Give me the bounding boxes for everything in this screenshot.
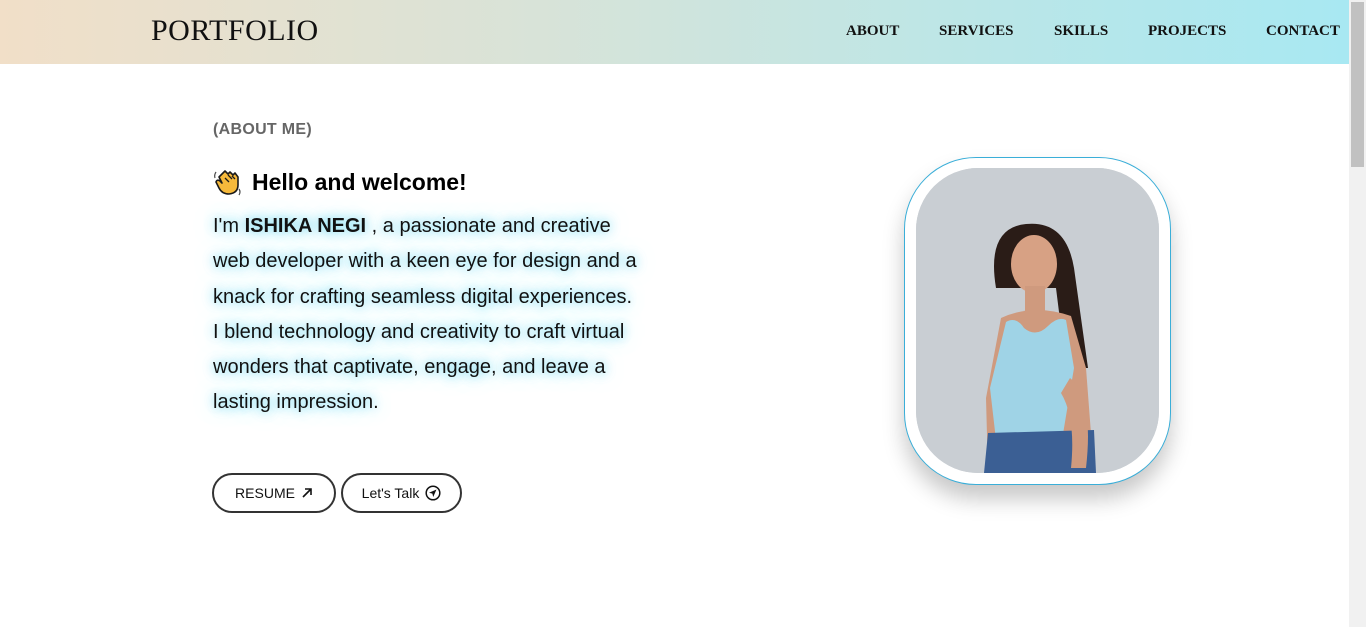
intro-body: , a passionate and creative web develope… (213, 215, 637, 414)
welcome-text: Hello and welcome! (252, 168, 467, 195)
nav-link-about[interactable]: ABOUT (846, 23, 899, 40)
welcome-heading: Hello and welcome! (213, 166, 467, 198)
developer-name: ISHIKA NEGI (244, 215, 367, 237)
page-scrollbar-thumb[interactable] (1351, 2, 1364, 167)
waving-hand-icon (213, 167, 243, 197)
send-circle-icon (425, 485, 441, 501)
section-tag: (ABOUT ME) (213, 121, 312, 138)
lets-talk-button[interactable]: Let's Talk (341, 473, 462, 513)
nav-link-contact[interactable]: CONTACT (1266, 23, 1340, 40)
navbar: PORTFOLIO ABOUT SERVICES SKILLS PROJECTS… (0, 0, 1349, 64)
resume-button[interactable]: RESUME (212, 473, 336, 513)
lets-talk-button-label: Let's Talk (361, 485, 420, 501)
intro-paragraph: I'm ISHIKA NEGI , a passionate and creat… (213, 209, 643, 421)
resume-button-label: RESUME (235, 485, 295, 501)
nav-link-projects[interactable]: PROJECTS (1148, 23, 1226, 40)
profile-photo (916, 168, 1159, 473)
brand-logo[interactable]: PORTFOLIO (151, 14, 319, 48)
nav-link-services[interactable]: SERVICES (939, 23, 1014, 40)
arrow-up-right-icon (302, 488, 312, 498)
intro-prefix: I'm (213, 215, 245, 237)
nav-link-skills[interactable]: SKILLS (1054, 23, 1108, 40)
